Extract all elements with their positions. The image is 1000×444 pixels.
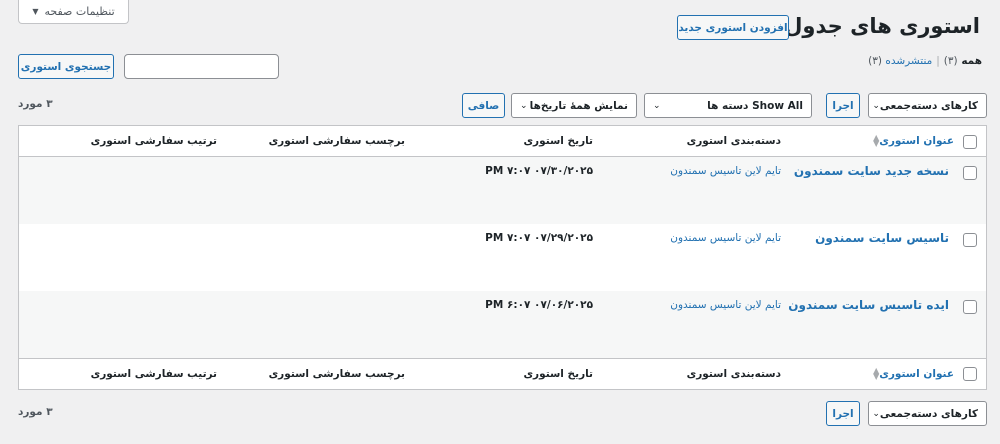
caret-down-icon: ▼ — [32, 7, 39, 16]
view-published[interactable]: منتشرشده (۳) — [868, 55, 932, 67]
table-footer: عنوان استوری ▲ ▼ دسته‌بندی استوری تاریخ ا… — [19, 358, 986, 389]
column-order-footer: ترتیب سفارشی استوری — [90, 368, 217, 380]
screen-options-button[interactable]: تنظیمات صفحه ▼ — [18, 0, 129, 24]
story-category-link[interactable]: تایم لاین تاسیس سمندون — [670, 232, 781, 244]
select-all-checkbox[interactable] — [963, 135, 977, 149]
column-title-footer[interactable]: عنوان استوری ▲ ▼ — [869, 359, 954, 389]
table-header: عنوان استوری ▲ ▼ دسته‌بندی استوری تاریخ ا… — [19, 126, 986, 157]
chevron-down-icon: ⌄ — [872, 408, 880, 419]
story-category-link[interactable]: تایم لاین تاسیس سمندون — [670, 299, 781, 311]
column-tag-footer: برچسب سفارشی استوری — [268, 368, 405, 380]
column-date-footer: تاریخ استوری — [523, 368, 593, 380]
table-row: نسخه جدید سایت سمندون تایم لاین تاسیس سم… — [19, 157, 986, 224]
story-date: PM ۶:۰۷ ۰۷/۰۶/۲۰۲۵ — [485, 299, 593, 311]
column-order: ترتیب سفارشی استوری — [90, 135, 217, 147]
story-category-link[interactable]: تایم لاین تاسیس سمندون — [670, 165, 781, 177]
sort-icon: ▲ ▼ — [873, 132, 880, 148]
items-count-bottom: ۳ مورد — [18, 406, 53, 418]
search-stories-button[interactable]: جستجوی استوری — [18, 54, 114, 79]
add-new-story-button[interactable]: افزودن استوری جدید — [677, 15, 789, 40]
chevron-down-icon: ⌄ — [653, 100, 661, 111]
select-all-checkbox-footer[interactable] — [963, 367, 977, 381]
column-title[interactable]: عنوان استوری ▲ ▼ — [869, 126, 954, 156]
row-checkbox[interactable] — [963, 233, 977, 247]
search-input[interactable] — [124, 54, 279, 79]
column-tag: برچسب سفارشی استوری — [268, 135, 405, 147]
table-row: ایده تاسیس سایت سمندون تایم لاین تاسیس س… — [19, 291, 986, 358]
view-separator: | — [936, 55, 940, 67]
story-title-link[interactable]: نسخه جدید سایت سمندون — [794, 164, 949, 178]
items-count-top: ۳ مورد — [18, 98, 53, 110]
filter-button[interactable]: صافی — [462, 93, 505, 118]
stories-table: عنوان استوری ▲ ▼ دسته‌بندی استوری تاریخ ا… — [18, 125, 987, 390]
row-checkbox[interactable] — [963, 166, 977, 180]
apply-button-top[interactable]: اجرا — [826, 93, 860, 118]
view-filters: همه (۳) | منتشرشده (۳) — [868, 55, 982, 67]
story-date: PM ۷:۰۷ ۰۷/۳۰/۲۰۲۵ — [485, 165, 593, 177]
screen-options-label: تنظیمات صفحه — [44, 5, 115, 18]
column-category-footer: دسته‌بندی استوری — [686, 368, 781, 380]
row-checkbox[interactable] — [963, 300, 977, 314]
story-title-link[interactable]: تاسیس سایت سمندون — [815, 231, 949, 245]
column-date: تاریخ استوری — [523, 135, 593, 147]
chevron-down-icon: ⌄ — [872, 100, 880, 111]
sort-icon: ▲ ▼ — [873, 365, 880, 381]
category-filter-select[interactable]: Show All دسته ها ⌄ — [644, 93, 812, 118]
date-filter-select[interactable]: نمایش همهٔ تاریخ‌ها ⌄ — [511, 93, 637, 118]
column-category: دسته‌بندی استوری — [686, 135, 781, 147]
story-title-link[interactable]: ایده تاسیس سایت سمندون — [788, 298, 949, 312]
bulk-actions-select-bottom[interactable]: کارهای دسته‌جمعی ⌄ — [868, 401, 987, 426]
bulk-actions-select-top[interactable]: کارهای دسته‌جمعی ⌄ — [868, 93, 987, 118]
table-row: تاسیس سایت سمندون تایم لاین تاسیس سمندون… — [19, 224, 986, 291]
apply-button-bottom[interactable]: اجرا — [826, 401, 860, 426]
view-all[interactable]: همه (۳) — [944, 55, 982, 67]
story-date: PM ۷:۰۷ ۰۷/۲۹/۲۰۲۵ — [485, 232, 593, 244]
chevron-down-icon: ⌄ — [520, 100, 528, 111]
